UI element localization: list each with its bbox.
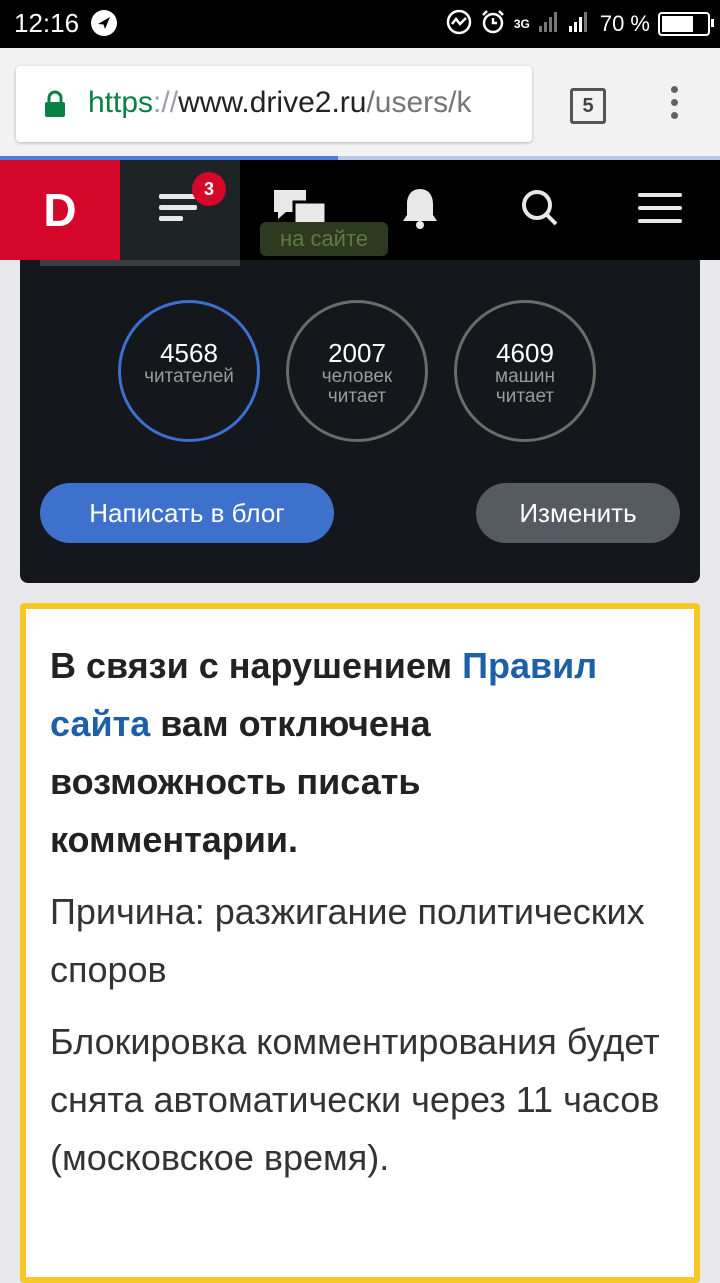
unblock-info: Блокировка комментирования будет снята а…: [50, 1021, 660, 1178]
tab-switcher-button[interactable]: 5: [570, 88, 606, 124]
notice-heading-start: В связи с нарушением: [50, 645, 463, 686]
address-bar[interactable]: https://www.drive2.ru/users/k: [16, 66, 532, 142]
menu-icon: [638, 190, 682, 231]
online-status-badge: на сайте: [260, 222, 388, 256]
lock-icon: [44, 90, 66, 123]
comment-ban-notice: В связи с нарушением Правил сайта вам от…: [20, 603, 700, 1283]
url-scheme: https: [88, 86, 154, 119]
bell-icon: [400, 186, 440, 235]
site-logo[interactable]: D: [0, 160, 120, 260]
search-icon: [520, 188, 560, 233]
profile-card: 4568 читателей 2007 человек читает 4609 …: [20, 260, 700, 583]
navigation-icon: [90, 9, 118, 42]
url-path: /users/k: [366, 86, 472, 119]
stat-label: читателей: [144, 366, 234, 387]
alarm-icon: [480, 9, 506, 40]
status-icons: 3G 70 %: [446, 9, 714, 40]
battery-icon: [658, 12, 714, 36]
menu-button[interactable]: [600, 160, 720, 260]
battery-percent: 70 %: [599, 11, 650, 36]
stat-value: 4568: [160, 338, 218, 368]
feed-badge: 3: [192, 172, 226, 206]
signal-icon-1: [538, 10, 560, 39]
search-button[interactable]: [480, 160, 600, 260]
network-type: 3G: [513, 17, 530, 31]
status-bar: 12:16 3G 70 %: [0, 0, 720, 48]
following-people-stat[interactable]: 2007 человек читает: [286, 300, 428, 442]
edit-profile-button[interactable]: Изменить: [476, 483, 680, 543]
url-text: https://www.drive2.ru/users/k: [88, 86, 472, 120]
activity-icon: [446, 9, 472, 40]
stat-value: 4609: [496, 338, 554, 368]
avatar: [40, 260, 240, 266]
url-slashes: ://: [153, 86, 179, 119]
signal-icon-2: [568, 10, 590, 39]
browser-toolbar: https://www.drive2.ru/users/k 5: [0, 48, 720, 156]
readers-stat[interactable]: 4568 читателей: [118, 300, 260, 442]
notice-heading: В связи с нарушением Правил сайта вам от…: [50, 637, 670, 869]
following-cars-stat[interactable]: 4609 машин читает: [454, 300, 596, 442]
status-time: 12:16: [14, 8, 80, 38]
stat-label: машин читает: [495, 366, 555, 407]
feed-button[interactable]: 3: [120, 160, 240, 260]
stat-value: 2007: [328, 338, 386, 368]
url-host: www.drive2.ru: [178, 86, 367, 119]
write-blog-button[interactable]: Написать в блог: [40, 483, 334, 543]
ban-reason: Причина: разжигание политических споров: [50, 891, 645, 990]
browser-menu-button[interactable]: [668, 86, 680, 125]
stat-label: человек читает: [321, 366, 393, 407]
